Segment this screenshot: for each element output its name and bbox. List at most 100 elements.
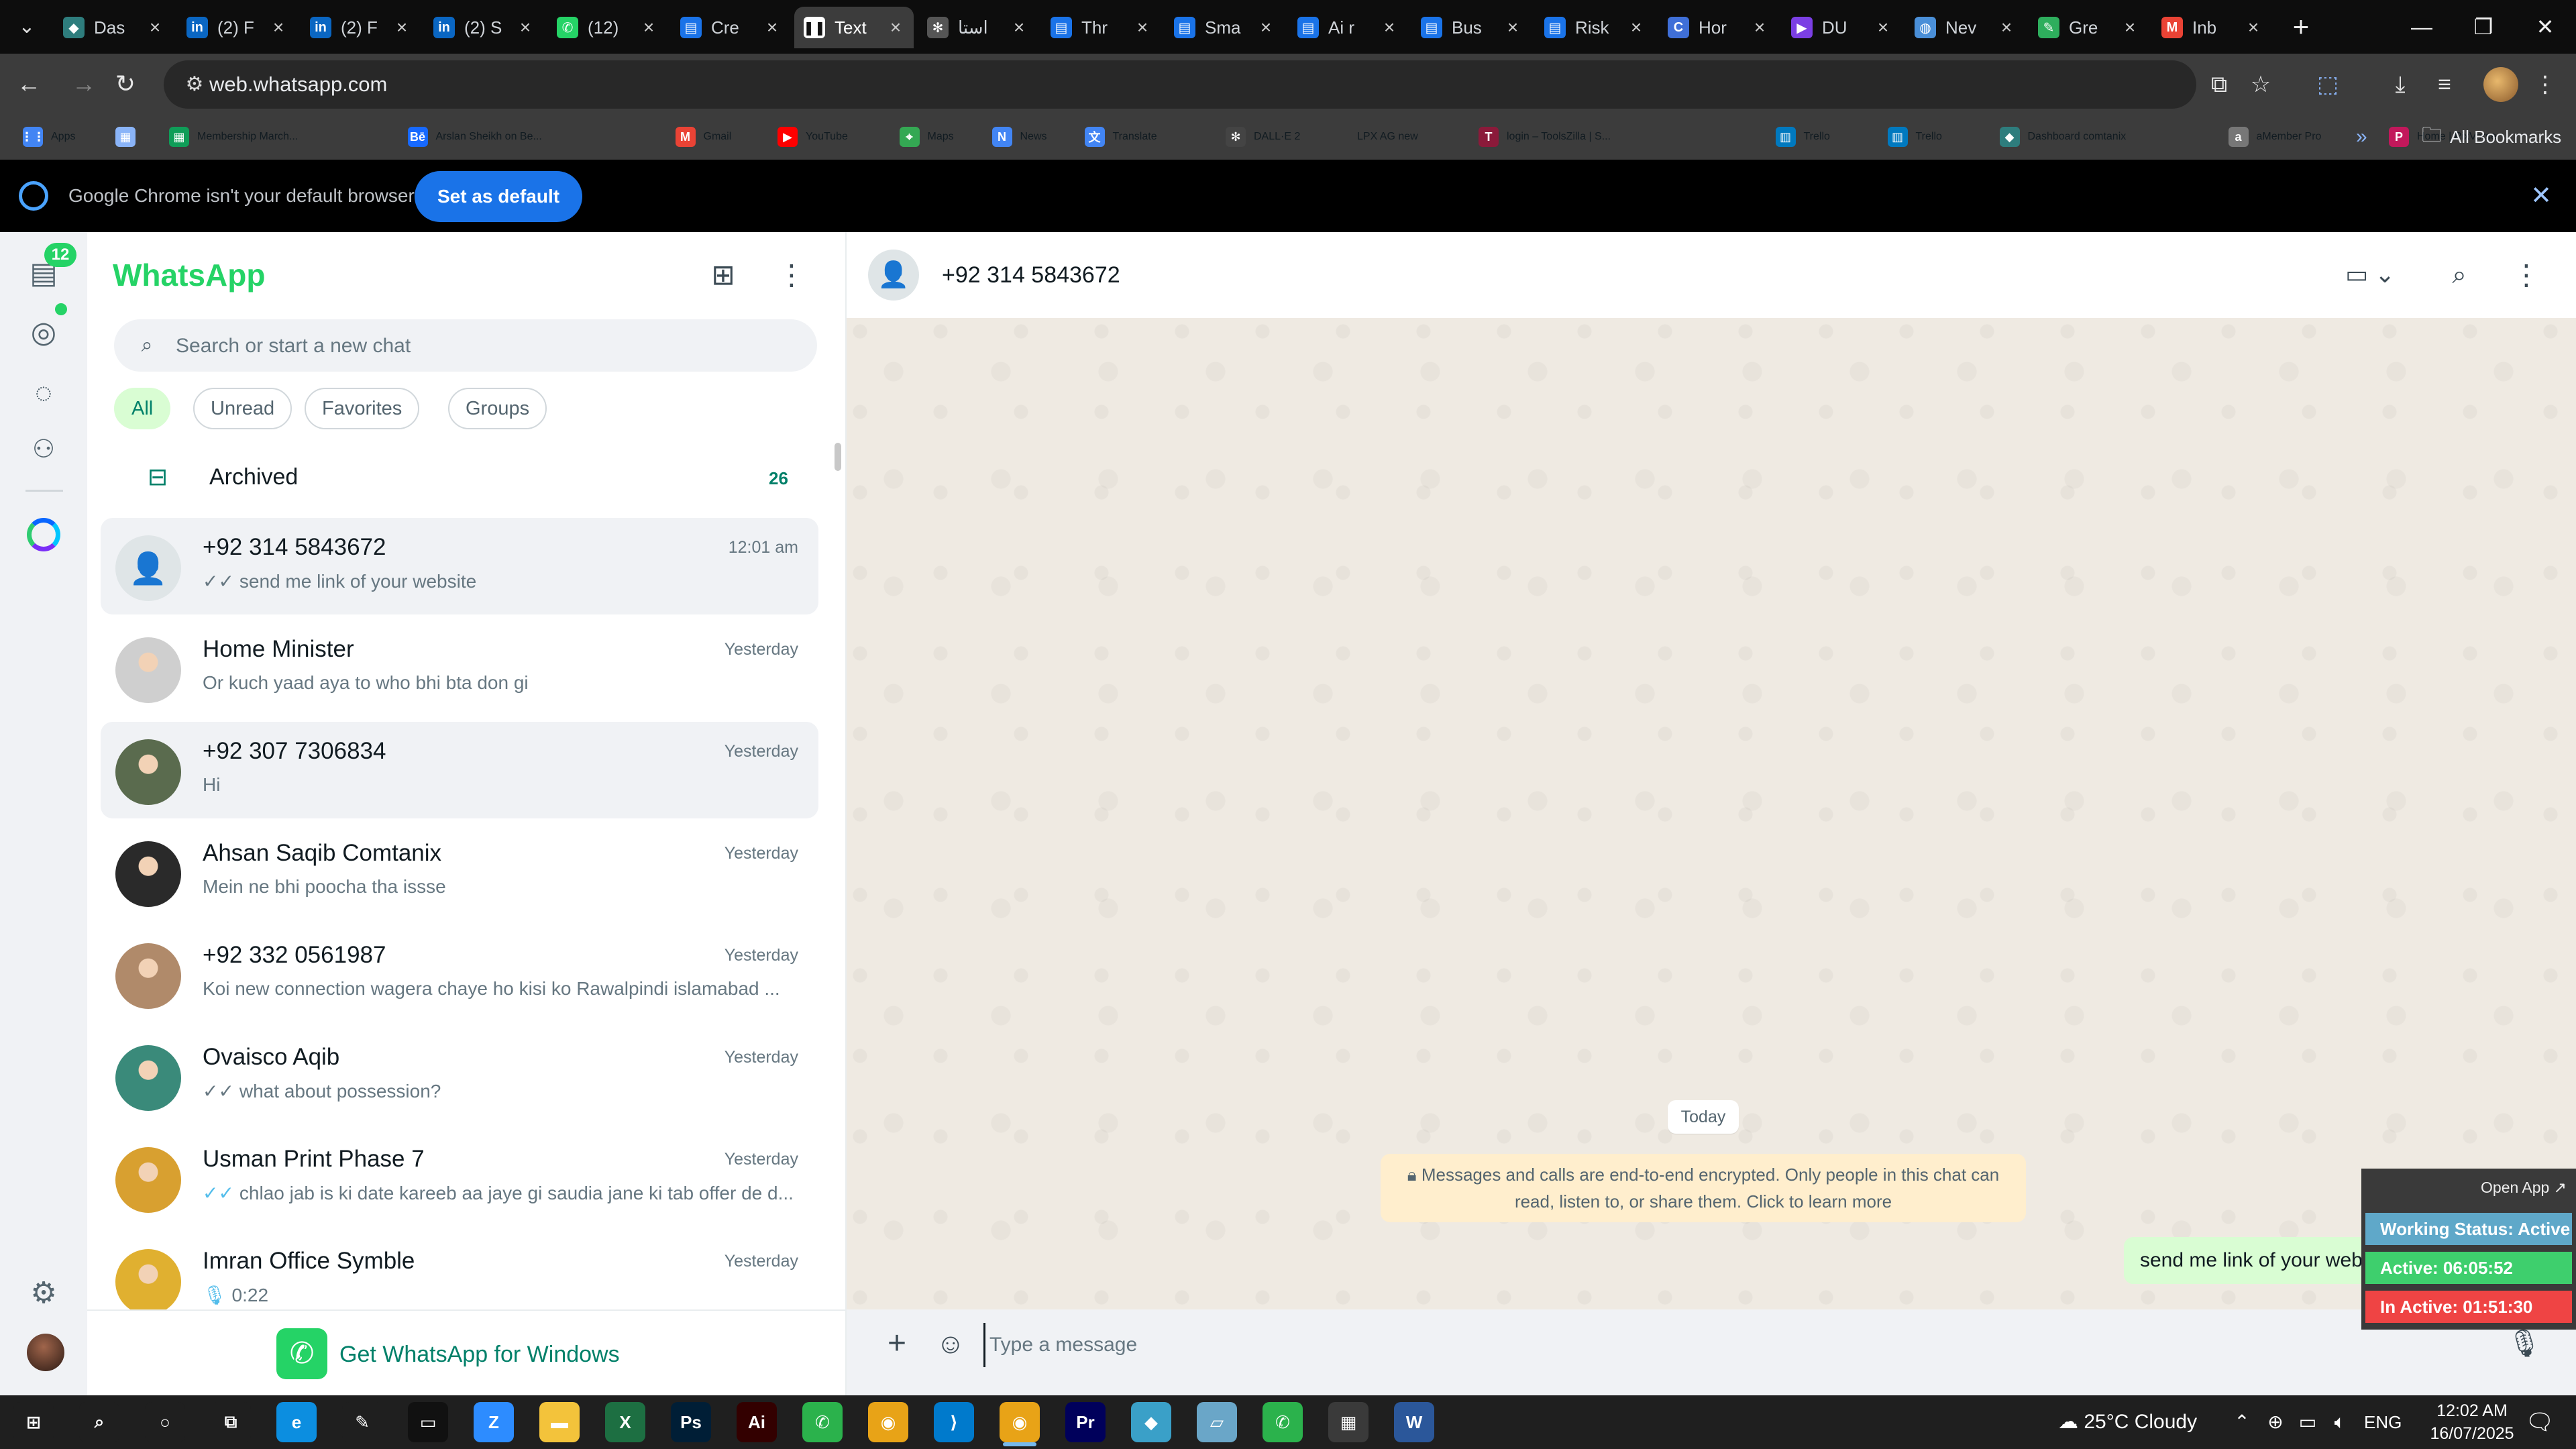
tab-close-icon[interactable]: × — [393, 17, 411, 38]
my-profile-avatar[interactable] — [27, 1334, 64, 1371]
filter-chip-unread[interactable]: Unread — [193, 388, 292, 429]
restore-icon[interactable]: ❐ — [2453, 0, 2514, 54]
reload-icon[interactable]: ↻ — [110, 68, 141, 99]
downloads-icon[interactable]: ⤓ — [2384, 68, 2416, 101]
search-input[interactable] — [174, 325, 794, 368]
get-whatsapp-label[interactable]: Get WhatsApp for Windows — [339, 1339, 620, 1370]
tab-close-icon[interactable]: × — [517, 17, 534, 38]
browser-tab[interactable]: ▶ DU × — [1782, 7, 1901, 48]
browser-tab[interactable]: in (2) F × — [301, 7, 420, 48]
photoshop-icon[interactable]: Ps — [671, 1402, 711, 1442]
tray-app-icon[interactable]: ⊕ — [2262, 1409, 2289, 1436]
contact-avatar-icon[interactable]: 👤 — [868, 250, 919, 301]
browser-tab[interactable]: ▤ Thr × — [1041, 7, 1161, 48]
contact-name[interactable]: +92 314 5843672 — [942, 259, 1120, 291]
browser-tab[interactable]: ◆ Das × — [54, 7, 173, 48]
pen-icon[interactable]: ✎ — [342, 1402, 382, 1442]
chat-list-item[interactable]: Ahsan Saqib Comtanix Yesterday Mein ne bhi… — [101, 824, 818, 920]
status-icon[interactable]: ◎ — [23, 313, 64, 353]
address-url[interactable]: web.whatsapp.com — [209, 70, 387, 99]
chat-list-item[interactable]: +92 307 7306834 Yesterday Hi — [101, 722, 818, 818]
language-indicator[interactable]: ENG — [2364, 1409, 2402, 1436]
tab-close-icon[interactable]: × — [270, 17, 287, 38]
terminal-icon[interactable]: ▭ — [408, 1402, 448, 1442]
conversation-search-icon[interactable]: ⌕ — [2442, 258, 2477, 292]
vscode-icon[interactable]: ⟩ — [934, 1402, 974, 1442]
tab-close-icon[interactable]: × — [2245, 17, 2262, 38]
browser-tab[interactable]: ◍ Nev × — [1905, 7, 2025, 48]
forward-arrow-icon[interactable]: → — [68, 68, 99, 99]
illustrator-icon[interactable]: Ai — [737, 1402, 777, 1442]
chat-list-item[interactable]: Usman Print Phase 7 Yesterday ✓✓ chlao jab … — [101, 1130, 818, 1226]
tab-close-icon[interactable]: × — [887, 17, 904, 38]
browser-tab[interactable]: in (2) F × — [177, 7, 297, 48]
network-icon[interactable]: ▭ — [2294, 1409, 2321, 1436]
bookmark-item[interactable]: ▶ YouTube — [777, 114, 848, 160]
notes-icon[interactable]: ▱ — [1197, 1402, 1237, 1442]
site-info-icon[interactable]: ⚙ — [180, 70, 209, 99]
bookmark-item[interactable]: ◆ Dashboard comtanix — [1999, 114, 2126, 160]
browser-tab[interactable]: ▤ Risk × — [1535, 7, 1654, 48]
communities-icon[interactable]: ⚇ — [23, 429, 64, 470]
media-controls-icon[interactable]: ≡ — [2428, 68, 2461, 101]
tab-close-icon[interactable]: × — [1874, 17, 1892, 38]
outgoing-message-bubble[interactable]: send me link of your website — [2124, 1237, 2379, 1284]
tray-chevron-icon[interactable]: ⌃ — [2229, 1409, 2255, 1436]
chat-list-menu-icon[interactable]: ⋮ — [773, 256, 810, 294]
edge-icon[interactable]: e — [276, 1402, 317, 1442]
chat-list-item[interactable]: Ovaisco Aqib Yesterday ✓✓ what about posses… — [101, 1028, 818, 1124]
search-icon[interactable]: ⌕ — [79, 1402, 119, 1442]
bookmark-item[interactable]: Tlogin – ToolsZilla | S... — [1479, 114, 1611, 160]
browser-tab[interactable]: ✻ استا × — [918, 7, 1037, 48]
minimize-icon[interactable]: — — [2391, 0, 2453, 54]
new-tab-button[interactable]: + — [2286, 12, 2316, 42]
video-call-icon[interactable]: ▭ ⌄ — [2345, 258, 2399, 291]
notification-center-icon[interactable]: 🗨︎ — [2524, 1406, 2556, 1438]
bookmark-item[interactable]: 文 Translate — [1084, 114, 1157, 160]
cortana-icon[interactable]: ○ — [145, 1402, 185, 1442]
chat-list-item[interactable]: Home Minister Yesterday Or kuch yaad aya t… — [101, 620, 818, 716]
conversation-menu-icon[interactable]: ⋮ — [2509, 258, 2544, 292]
browser-tab[interactable]: ▤ Sma × — [1165, 7, 1284, 48]
close-window-icon[interactable]: ✕ — [2514, 0, 2576, 54]
windows-start-icon[interactable]: ⊞ — [13, 1402, 54, 1442]
browser-tab[interactable]: ❚❚ Text × — [794, 7, 914, 48]
browser-tab[interactable]: ✎ Gre × — [2029, 7, 2148, 48]
bookmark-item[interactable]: ⋮⋮ Apps — [21, 114, 75, 160]
app-icon[interactable]: ◆ — [1131, 1402, 1171, 1442]
tab-close-icon[interactable]: × — [2121, 17, 2139, 38]
filter-chip-favorites[interactable]: Favorites — [305, 388, 420, 429]
tab-close-icon[interactable]: × — [1010, 17, 1028, 38]
browser-tab[interactable]: M Inb × — [2152, 7, 2271, 48]
weather-widget[interactable]: ☁ 25°C Cloudy — [2058, 1405, 2197, 1440]
tab-search-icon[interactable]: ⌄ — [12, 12, 42, 42]
more-bookmarks-icon[interactable]: » — [2356, 114, 2367, 160]
back-arrow-icon[interactable]: ← — [13, 68, 44, 99]
bookmark-item[interactable]: LPX AG new — [1357, 114, 1418, 160]
tab-close-icon[interactable]: × — [763, 17, 781, 38]
filter-chip-all[interactable]: All — [114, 388, 171, 429]
task-view-icon[interactable]: ⧉ — [211, 1402, 251, 1442]
word-icon[interactable]: W — [1394, 1402, 1434, 1442]
bookmark-item[interactable]: ▦ — [115, 114, 144, 160]
bookmark-item[interactable]: Bē Arslan Sheikh on Be... — [407, 114, 542, 160]
browser-tab[interactable]: ▤ Cre × — [671, 7, 790, 48]
browser-tab[interactable]: ▤ Ai r × — [1288, 7, 1407, 48]
chat-list-scrollbar[interactable] — [835, 443, 841, 471]
bookmark-item[interactable]: ✻ DALL·E 2 — [1226, 114, 1300, 160]
emoji-sticker-icon[interactable]: ☺ — [932, 1326, 969, 1362]
bookmark-star-icon[interactable]: ☆ — [2245, 68, 2277, 101]
bookmark-item[interactable]: ▥ Trello — [1887, 114, 1942, 160]
filter-chip-groups[interactable]: Groups — [448, 388, 547, 429]
attach-plus-icon[interactable]: + — [879, 1326, 915, 1362]
bookmark-item[interactable]: ▥ Trello — [1775, 114, 1830, 160]
browser-tab[interactable]: in (2) S × — [424, 7, 543, 48]
address-bar[interactable] — [164, 60, 2196, 109]
tab-close-icon[interactable]: × — [1627, 17, 1645, 38]
set-as-default-button[interactable]: Set as default — [415, 171, 583, 222]
chrome-icon[interactable]: ◉ — [1000, 1402, 1040, 1442]
tab-close-icon[interactable]: × — [1257, 17, 1275, 38]
bookmark-item[interactable]: N News — [991, 114, 1047, 160]
excel-icon[interactable]: X — [605, 1402, 645, 1442]
extensions-icon[interactable]: ⬚ — [2312, 68, 2344, 101]
